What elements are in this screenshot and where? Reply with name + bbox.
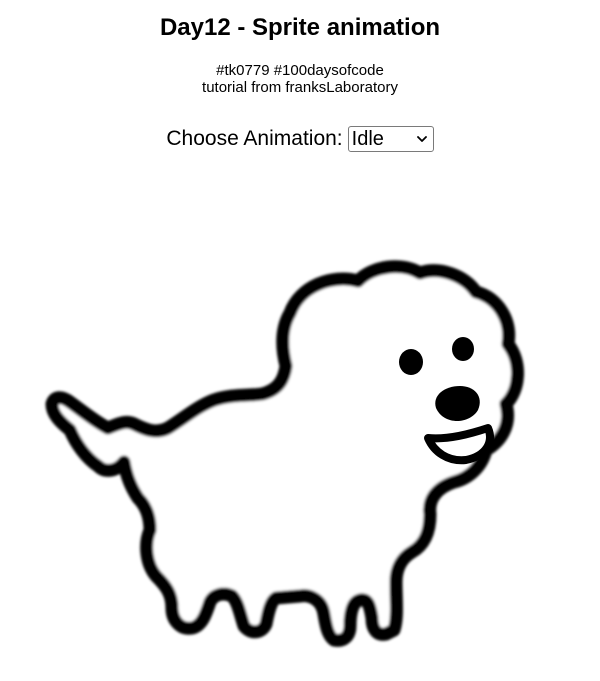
chevron-down-icon	[416, 136, 427, 142]
page-subtitle: #tk0779 #100daysofcode tutorial from fra…	[0, 62, 600, 96]
dog-sprite-icon	[45, 260, 525, 647]
page-title: Day12 - Sprite animation	[159, 14, 441, 41]
animation-select-label: Choose Animation:	[166, 127, 343, 150]
tutorial-credit-text: tutorial from franksLaboratory	[202, 79, 398, 96]
dog-left-eye	[399, 349, 423, 375]
animation-select-value: Idle	[351, 128, 384, 150]
page: Day12 - Sprite animation #tk0779 #100day…	[0, 0, 600, 681]
dog-right-eye	[452, 337, 474, 361]
hashtags-text: #tk0779 #100daysofcode	[216, 62, 384, 79]
sprite-canvas	[0, 190, 600, 681]
animation-controls: Choose Animation: Idle	[0, 124, 600, 154]
animation-select[interactable]: Idle	[347, 126, 434, 152]
